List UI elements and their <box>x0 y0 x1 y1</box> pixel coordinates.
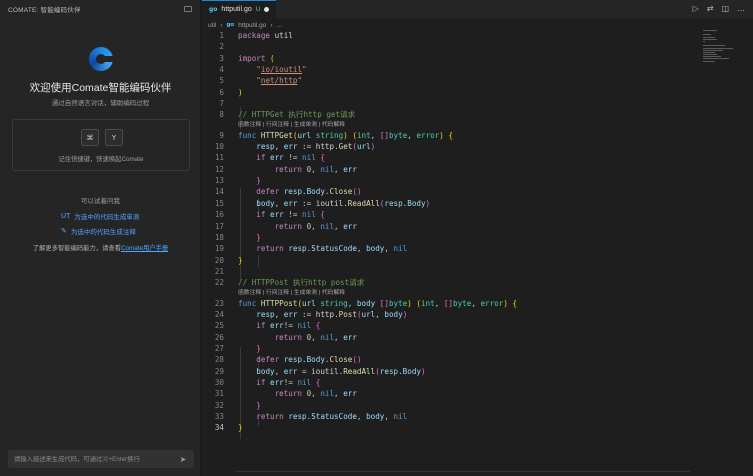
panel-header: COMATE: 智能编码伙伴 <box>0 0 200 18</box>
code-line: 12 return 0, nil, err <box>214 164 357 174</box>
code-line: 19 return resp.StatusCode, body, nil <box>214 244 408 254</box>
shortcut-keys: ⌘ Y <box>81 129 123 146</box>
code-line: 7 <box>219 99 224 109</box>
unit-test-icon: UT <box>61 212 71 220</box>
codelens-actions[interactable]: 函数注释 | 行间注释 | 生成单测 | 代码解释 <box>202 121 692 130</box>
unsaved-dot-icon[interactable] <box>264 7 270 12</box>
chevron-right-icon: › <box>220 21 223 29</box>
tab-bar: go httputil.go U ▷ ⇄ ◫ … <box>202 0 753 18</box>
code-line: 30 if err!= nil { <box>214 377 321 387</box>
welcome-subtitle: 通过自然语言对话，辅助编码过程 <box>51 100 150 107</box>
breadcrumb-file[interactable]: httputil.go <box>238 22 266 29</box>
code-line: 29 body, err = ioutil.ReadAll(resp.Body) <box>214 366 426 376</box>
code-area[interactable]: 1 package util 2 3 import ( 4 "io/ioutil" … <box>202 30 692 476</box>
chat-input[interactable] <box>14 455 178 463</box>
code-line: 23 func HTTPPost(url string, body []byte)… <box>214 298 518 308</box>
code-line: 24 resp, err := http.Post(url, body) <box>214 309 408 319</box>
code-line: 9 func HTTPGet(url string) (int, []byte, … <box>219 130 454 140</box>
send-icon[interactable]: ➤ <box>178 454 188 464</box>
code-line: 3 import ( <box>219 53 275 63</box>
chat-input-box: ➤ <box>8 450 194 468</box>
code-line: 13 } <box>214 176 261 186</box>
tab-git-status: U <box>255 6 261 13</box>
code-line: 16 if err != nil { <box>214 210 325 220</box>
code-line: 25 if err!= nil { <box>214 321 321 331</box>
code-line: 11 if err != nil { <box>214 153 325 163</box>
code-line: 2 <box>219 42 224 52</box>
run-icon[interactable]: ▷ <box>693 4 699 13</box>
editor-actions: ▷ ⇄ ◫ … <box>693 4 745 13</box>
code-line: 4 "io/ioutil" <box>219 65 307 75</box>
code-line: 15 body, err := ioutil.ReadAll(resp.Body… <box>214 198 431 208</box>
try-item-label: 为选中的代码生成注释 <box>70 229 136 236</box>
code-line: 34} <box>214 423 243 433</box>
tab-httputil[interactable]: go httputil.go U <box>202 0 277 18</box>
welcome-title: 欢迎使用Comate智能编码伙伴 <box>29 82 172 94</box>
more-icon[interactable]: … <box>737 4 745 13</box>
learn-more: 了解更多智能编码能力，请查看Comate用户手册 <box>0 243 201 252</box>
breadcrumb-symbol[interactable]: ... <box>277 22 282 29</box>
code-line: 17 return 0, nil, err <box>214 221 357 231</box>
codelens-actions[interactable]: 函数注释 | 行间注释 | 生成单测 | 代码解释 <box>202 289 692 298</box>
go-file-icon: go <box>226 22 235 28</box>
y-key: Y <box>105 129 123 146</box>
compare-icon[interactable]: ⇄ <box>707 4 714 13</box>
comate-panel: COMATE: 智能编码伙伴 欢迎使用Comate智能编码伙伴 通过自然语言对话… <box>0 0 201 476</box>
manual-link[interactable]: Comate用户手册 <box>121 245 168 252</box>
code-line: 18 } <box>214 232 261 242</box>
code-line: 28 defer resp.Body.Close() <box>214 355 362 365</box>
shortcut-hint: 记住快捷键，快速唤起Comate <box>58 156 144 163</box>
minimap[interactable] <box>703 30 743 70</box>
code-line: 1 package util <box>219 31 293 40</box>
window-icon[interactable] <box>184 6 192 12</box>
code-line: 27 } <box>214 343 261 353</box>
code-line: 5 "net/http" <box>219 76 303 86</box>
code-line: 20} <box>214 255 243 265</box>
command-key: ⌘ <box>81 129 99 146</box>
code-line: 21 <box>214 266 224 276</box>
code-editor: go httputil.go U ▷ ⇄ ◫ … util › go httpu… <box>202 0 753 476</box>
go-file-icon: go <box>209 6 218 13</box>
code-line: 6) <box>219 87 243 97</box>
try-title: 可以试着问我 <box>81 198 120 205</box>
code-line: 8// HTTPGet 执行http get请求 <box>219 110 356 120</box>
code-line: 10 resp, err := http.Get(url) <box>214 142 376 152</box>
chevron-right-icon: › <box>270 21 273 29</box>
breadcrumb-folder[interactable]: util <box>208 22 216 29</box>
try-item-unit-test[interactable]: UT 为选中的代码生成单测 <box>61 211 139 221</box>
split-editor-icon[interactable]: ◫ <box>721 4 729 13</box>
comment-icon: ✎ <box>61 227 67 235</box>
shortcut-box: ⌘ Y 记住快捷键，快速唤起Comate <box>12 119 190 171</box>
code-line: 32 } <box>214 400 261 410</box>
learn-text: 了解更多智能编码能力，请查看 <box>32 245 121 252</box>
code-line: 31 return 0, nil, err <box>214 389 357 399</box>
try-item-label: 为选中的代码生成单测 <box>74 214 140 221</box>
try-item-comment[interactable]: ✎ 为选中的代码生成注释 <box>61 226 136 236</box>
code-line: 26 return 0, nil, err <box>214 332 357 342</box>
tab-filename: httputil.go <box>221 6 252 13</box>
comate-logo <box>89 47 113 71</box>
code-line: 22// HTTPPost 执行http post请求 <box>214 278 365 288</box>
code-line: 14 defer resp.Body.Close() <box>214 187 362 197</box>
panel-title: COMATE: 智能编码伙伴 <box>8 7 81 14</box>
code-line: 33 return resp.StatusCode, body, nil <box>214 412 408 421</box>
